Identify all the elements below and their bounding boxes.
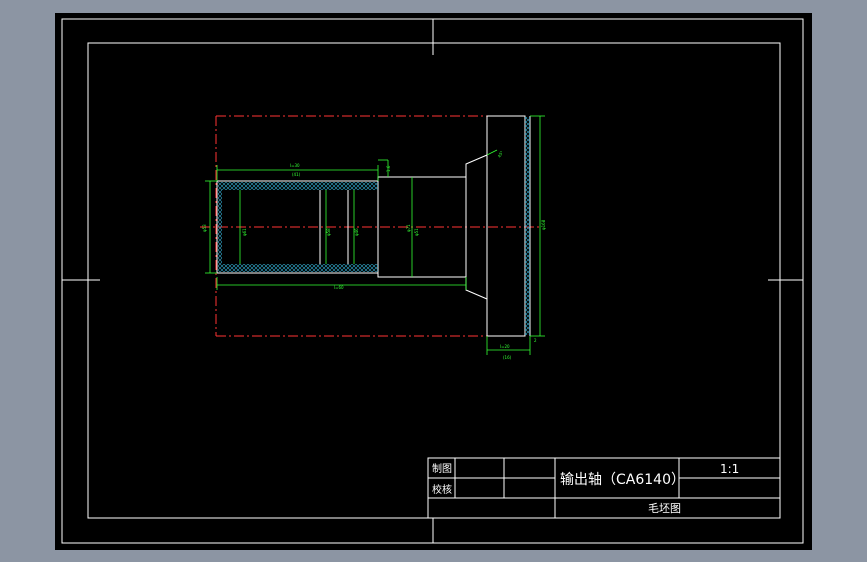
dim-small-step: 1.6: [386, 165, 391, 172]
dim-length-bottom: l=60: [334, 285, 344, 290]
checked-by-label: 校核: [432, 483, 452, 496]
dim-flange-width: l=20: [500, 344, 510, 349]
dim-d5: φ51: [414, 228, 419, 236]
part-name: 输出轴（CA6140）: [560, 472, 685, 488]
drawing-title: 毛坯图: [648, 502, 681, 515]
dim-length-top-sub: (41): [292, 172, 301, 177]
dim-d6: φ168: [541, 219, 546, 230]
dim-flange-width-sub: (16): [503, 355, 512, 360]
dim-d7: φ71: [406, 224, 411, 232]
dim-d3: φ58: [326, 228, 331, 236]
dim-d1: φ53: [202, 224, 207, 232]
dim-d2: φ61: [242, 228, 247, 236]
scale-value: 1:1: [720, 462, 739, 476]
dim-length-top: l=30: [290, 163, 300, 168]
drawn-by-label: 制图: [432, 462, 452, 475]
dim-d4: φ46: [354, 228, 359, 236]
cad-drawing-canvas: φ53 φ61 φ58 φ46 φ51 φ168 φ71 l=30 (41) l…: [55, 13, 812, 550]
